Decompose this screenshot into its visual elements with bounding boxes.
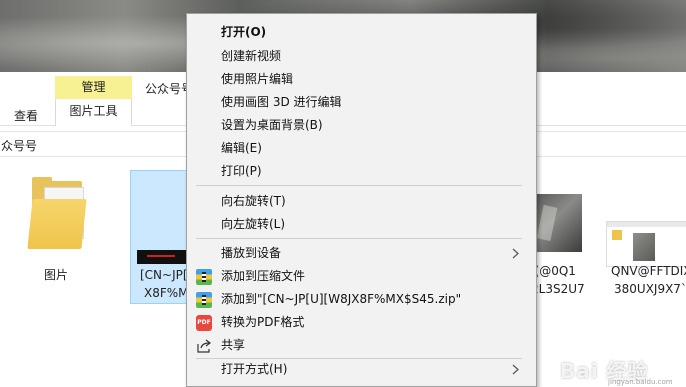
menu-item-print[interactable]: 打印(P)	[187, 160, 536, 183]
tab-picture-tools[interactable]: 图片工具	[55, 99, 132, 126]
menu-separator	[196, 185, 522, 186]
menu-item-label: 创建新视频	[221, 49, 282, 63]
menu-item-add-to-named-zip[interactable]: 添加到"[CN~JP[U][W8JX8F%MX$S45.zip"	[187, 288, 536, 311]
context-menu: 打开(O) 创建新视频 使用照片编辑 使用画图 3D 进行编辑 设置为桌面背景(…	[186, 13, 537, 387]
menu-item-label: 使用画图 3D 进行编辑	[221, 95, 342, 109]
menu-item-open[interactable]: 打开(O)	[187, 21, 536, 44]
menu-item-rotate-left[interactable]: 向左旋转(L)	[187, 213, 536, 236]
menu-item-convert-pdf[interactable]: PDF 转换为PDF格式	[187, 311, 536, 334]
baidu-jingyan-watermark: Bai 经验 jingyan.baidu.com	[552, 355, 686, 387]
menu-separator	[196, 238, 522, 239]
menu-item-label: 设置为桌面背景(B)	[221, 118, 323, 132]
photo-name-line2[interactable]: 2L3S2U7	[531, 282, 585, 296]
menu-item-add-to-archive[interactable]: 添加到压缩文件	[187, 265, 536, 288]
menu-item-label: 使用照片编辑	[221, 72, 294, 86]
chevron-right-icon	[512, 358, 520, 387]
file-thumbnail	[137, 250, 187, 264]
archive-icon	[196, 292, 212, 308]
file-name-line2: X8F%M	[144, 286, 189, 300]
archive-icon	[196, 269, 212, 285]
menu-item-edit[interactable]: 编辑(E)	[187, 137, 536, 160]
address-path: 众号号	[1, 139, 38, 153]
menu-item-label: 播放到设备	[221, 246, 282, 260]
menu-item-edit-photos[interactable]: 使用照片编辑	[187, 68, 536, 91]
tab-view[interactable]: 查看	[14, 107, 38, 124]
photo-thumbnail[interactable]	[530, 194, 582, 252]
pdf-icon: PDF	[196, 315, 212, 331]
folder-icon[interactable]	[27, 177, 88, 249]
watermark-url: jingyan.baidu.com	[608, 378, 673, 386]
menu-item-set-desktop-background[interactable]: 设置为桌面背景(B)	[187, 114, 536, 137]
share-icon	[196, 338, 212, 354]
menu-item-label: 添加到"[CN~JP[U][W8JX8F%MX$S45.zip"	[221, 292, 462, 306]
photo-name-line1[interactable]: J(@0Q1	[531, 264, 576, 278]
menu-item-label: 添加到压缩文件	[221, 269, 306, 283]
menu-item-label: 共享	[221, 338, 246, 352]
menu-item-rotate-right[interactable]: 向右旋转(T)	[187, 190, 536, 213]
menu-item-label: 向右旋转(T)	[221, 194, 286, 208]
menu-item-cast-to-device[interactable]: 播放到设备	[187, 242, 536, 265]
menu-item-open-with[interactable]: 打开方式(H)	[187, 358, 536, 381]
menu-item-label: 打开(O)	[221, 25, 267, 39]
menu-item-label: 打印(P)	[221, 164, 262, 178]
selected-file-item[interactable]: [CN~JP[ X8F%M	[130, 170, 189, 304]
document-name-line1[interactable]: QNV@FFTDIX	[611, 264, 686, 278]
menu-item-label: 向左旋转(L)	[221, 217, 286, 231]
file-name-line1: [CN~JP[	[140, 268, 188, 282]
menu-item-label: 打开方式(H)	[221, 362, 288, 376]
menu-item-label: 编辑(E)	[221, 141, 262, 155]
menu-item-share[interactable]: 共享	[187, 334, 536, 357]
menu-item-label: 转换为PDF格式	[221, 315, 305, 329]
document-thumbnail[interactable]	[606, 221, 686, 267]
tab-manage[interactable]: 管理	[55, 76, 132, 99]
document-name-line2[interactable]: 380UXJ9X7`{	[614, 282, 686, 296]
menu-item-create-video[interactable]: 创建新视频	[187, 45, 536, 68]
document-thumbnail-mark	[612, 230, 622, 240]
folder-label[interactable]: 图片	[44, 266, 68, 283]
menu-item-edit-paint3d[interactable]: 使用画图 3D 进行编辑	[187, 91, 536, 114]
